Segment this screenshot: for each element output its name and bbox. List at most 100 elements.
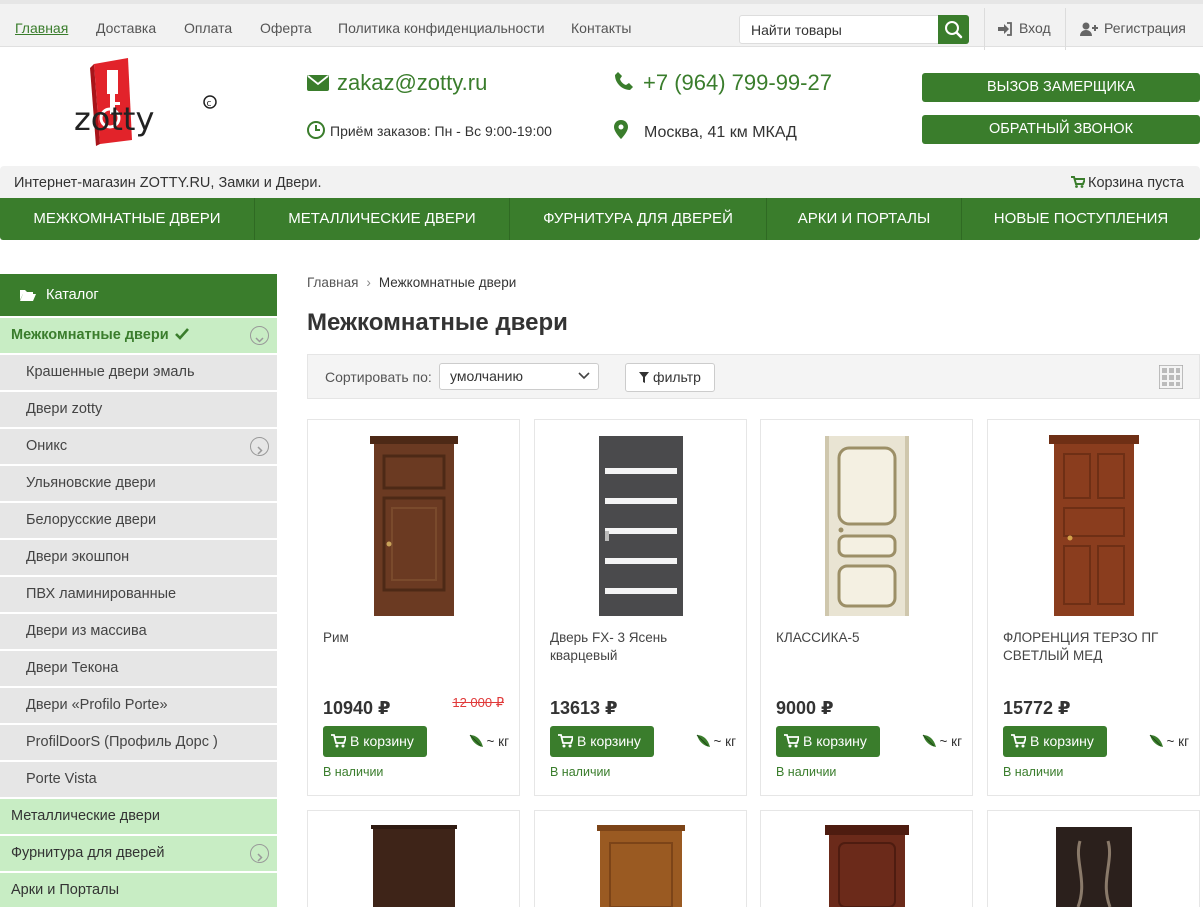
- chevron-right-icon[interactable]: [250, 437, 269, 456]
- chevron-down-icon[interactable]: [250, 326, 269, 345]
- product-card[interactable]: Рим 10940 ₽ 12 000 ₽ В корзину ~ кг В на…: [307, 419, 520, 796]
- top-nav-contacts[interactable]: Контакты: [571, 20, 631, 36]
- product-card[interactable]: [760, 810, 973, 907]
- product-card[interactable]: КЛАССИКА-5 9000 ₽ В корзину ~ кг В налич…: [760, 419, 973, 796]
- sidebar-item-pvc-doors[interactable]: ПВХ ламинированные: [0, 577, 277, 612]
- weight-leaf-icon: [469, 734, 483, 747]
- product-card[interactable]: ФЛОРЕНЦИЯ ТЕРЗО ПГ СВЕТЛЫЙ МЕД 15772 ₽ В…: [987, 419, 1200, 796]
- breadcrumb-home[interactable]: Главная: [307, 275, 358, 290]
- add-to-cart-button[interactable]: В корзину: [323, 726, 427, 757]
- product-name[interactable]: Рим: [323, 629, 508, 647]
- product-stock: В наличии: [550, 765, 611, 779]
- email-text: zakaz@zotty.ru: [337, 70, 488, 95]
- product-stock: В наличии: [1003, 765, 1064, 779]
- email-contact[interactable]: zakaz@zotty.ru: [307, 70, 487, 96]
- product-card[interactable]: [307, 810, 520, 907]
- search-icon: [945, 21, 963, 39]
- product-weight-value: ~ кг: [486, 734, 509, 749]
- main-nav-arches[interactable]: Арки и порталы: [767, 198, 961, 240]
- logo[interactable]: zotty c: [70, 58, 220, 148]
- weight-leaf-icon: [922, 734, 936, 747]
- add-to-cart-button[interactable]: В корзину: [1003, 726, 1107, 757]
- product-stock: В наличии: [323, 765, 384, 779]
- folder-open-icon: [20, 290, 36, 301]
- door-image: [825, 825, 909, 907]
- catalog-header[interactable]: Каталог: [0, 274, 277, 316]
- sidebar-item-porte-vista[interactable]: Porte Vista: [0, 762, 277, 797]
- sidebar-item-solid-wood-doors[interactable]: Двери из массива: [0, 614, 277, 649]
- product-name[interactable]: ФЛОРЕНЦИЯ ТЕРЗО ПГ СВЕТЛЫЙ МЕД: [1003, 629, 1188, 665]
- product-weight-value: ~ кг: [713, 734, 736, 749]
- top-nav-home[interactable]: Главная: [15, 20, 68, 36]
- search-box: [739, 15, 969, 44]
- product-price: 13613 ₽: [550, 698, 618, 718]
- sidebar-item-belarus-doors[interactable]: Белорусские двери: [0, 503, 277, 538]
- add-to-cart-button[interactable]: В корзину: [550, 726, 654, 757]
- callback-button[interactable]: Обратный звонок: [922, 115, 1200, 144]
- product-card[interactable]: [534, 810, 747, 907]
- phone-icon: [615, 72, 633, 90]
- product-name[interactable]: КЛАССИКА-5: [776, 629, 961, 647]
- grid-view-icon[interactable]: [1159, 365, 1183, 389]
- address-info: Москва, 41 км МКАД: [614, 120, 797, 142]
- sidebar-item-arches[interactable]: Арки и Порталы: [0, 873, 277, 907]
- cart-status[interactable]: Корзина пуста: [1071, 175, 1184, 191]
- top-nav-privacy[interactable]: Политика конфиденциальности: [338, 20, 545, 36]
- svg-text:c: c: [207, 99, 212, 109]
- sidebar-item-label: Межкомнатные двери: [11, 327, 169, 343]
- top-nav-offer[interactable]: Оферта: [260, 20, 312, 36]
- add-to-cart-button[interactable]: В корзину: [776, 726, 880, 757]
- product-old-price: 12 000 ₽: [452, 695, 504, 710]
- chevron-right-icon[interactable]: [250, 844, 269, 863]
- door-image: [371, 825, 457, 907]
- filter-icon: [639, 372, 650, 383]
- door-image: [370, 436, 458, 616]
- main-nav-metal-doors[interactable]: Металлические двери: [255, 198, 509, 240]
- main-nav-interior-doors[interactable]: Межкомнатные двери: [0, 198, 254, 240]
- product-name[interactable]: Дверь FX- 3 Ясень кварцевый: [550, 629, 735, 665]
- sidebar-item-metal-doors[interactable]: Металлические двери: [0, 799, 277, 834]
- door-image: [1056, 827, 1132, 907]
- search-button[interactable]: [938, 15, 969, 44]
- cart-icon: [558, 734, 573, 748]
- sidebar-item-enamel-doors[interactable]: Крашенные двери эмаль: [0, 355, 277, 390]
- door-image: [1049, 435, 1139, 616]
- add-to-cart-label: В корзину: [1030, 733, 1094, 749]
- sidebar-item-ulyanovsk-doors[interactable]: Ульяновские двери: [0, 466, 277, 501]
- door-image: [597, 825, 685, 907]
- sidebar-item-tekona-doors[interactable]: Двери Текона: [0, 651, 277, 686]
- add-to-cart-label: В корзину: [350, 733, 414, 749]
- sort-select[interactable]: умолчанию: [439, 363, 599, 390]
- product-stock: В наличии: [776, 765, 837, 779]
- phone-text: +7 (964) 799-99-27: [643, 70, 832, 95]
- sidebar-item-onyx[interactable]: Оникс: [0, 429, 277, 464]
- search-input[interactable]: [740, 16, 938, 43]
- envelope-icon: [307, 75, 329, 91]
- product-card[interactable]: Дверь FX- 3 Ясень кварцевый 13613 ₽ В ко…: [534, 419, 747, 796]
- sidebar-item-ecoveneer-doors[interactable]: Двери экошпон: [0, 540, 277, 575]
- product-weight: ~ кг: [1149, 733, 1189, 749]
- cart-icon: [1071, 176, 1087, 188]
- top-nav-payment[interactable]: Оплата: [184, 20, 232, 36]
- main-nav: Межкомнатные двери Металлические двери Ф…: [0, 198, 1200, 240]
- divider: [1065, 8, 1066, 50]
- sidebar-item-hardware[interactable]: Фурнитура для дверей: [0, 836, 277, 871]
- sidebar-item-interior-doors[interactable]: Межкомнатные двери: [0, 318, 277, 353]
- add-to-cart-label: В корзину: [577, 733, 641, 749]
- phone-contact[interactable]: +7 (964) 799-99-27: [614, 70, 832, 96]
- top-nav-delivery[interactable]: Доставка: [96, 20, 156, 36]
- sidebar-item-profildoors[interactable]: ProfilDoorS (Профиль Дорс ): [0, 725, 277, 760]
- filter-button[interactable]: фильтр: [625, 363, 715, 392]
- main-nav-hardware[interactable]: Фурнитура для дверей: [510, 198, 766, 240]
- sidebar-item-profilo-porte[interactable]: Двери «Profilo Porte»: [0, 688, 277, 723]
- product-card[interactable]: [987, 810, 1200, 907]
- product-price: 15772 ₽: [1003, 698, 1071, 718]
- weight-leaf-icon: [696, 734, 710, 747]
- chevron-down-icon: [578, 372, 590, 380]
- main-nav-new-arrivals[interactable]: Новые поступления: [962, 198, 1200, 240]
- shop-tagline: Интернет-магазин ZOTTY.RU, Замки и Двери…: [14, 175, 322, 191]
- measurer-button[interactable]: Вызов замерщика: [922, 73, 1200, 102]
- login-link[interactable]: Вход: [997, 20, 1051, 36]
- sidebar-item-zotty-doors[interactable]: Двери zotty: [0, 392, 277, 427]
- register-link[interactable]: Регистрация: [1080, 20, 1186, 36]
